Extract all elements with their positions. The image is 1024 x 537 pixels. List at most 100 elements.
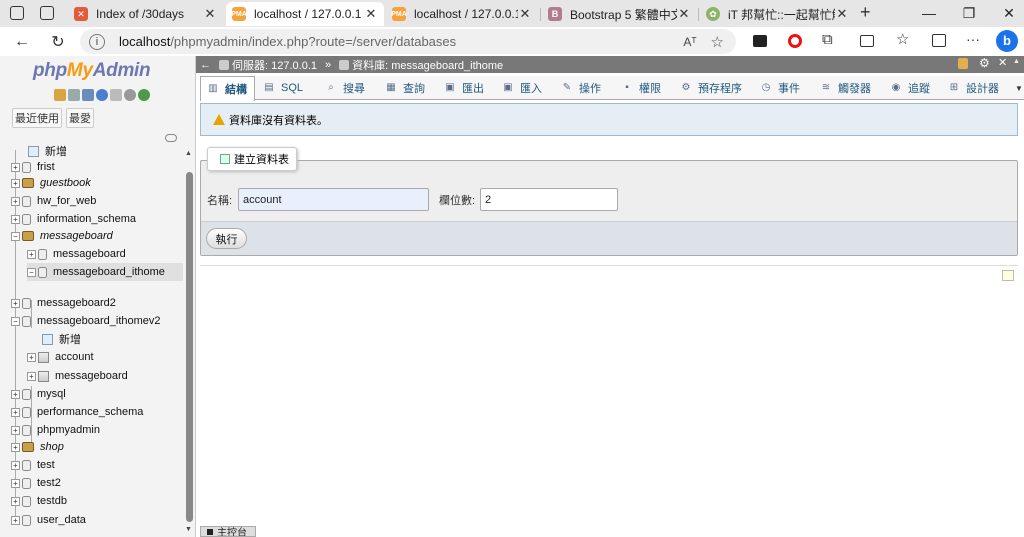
tab-sql[interactable]: ▤ SQL: [263, 76, 318, 100]
close-icon[interactable]: ✕: [518, 6, 532, 22]
tab-actions-icon[interactable]: [40, 6, 54, 20]
more-tabs-icon[interactable]: ▼: [1015, 76, 1024, 100]
favorites-icon[interactable]: ☆: [896, 30, 909, 48]
favorite-star-icon[interactable]: ☆: [711, 33, 724, 51]
tree-item-messageboard2[interactable]: + messageboard2: [11, 294, 116, 312]
table-name-input[interactable]: [238, 188, 429, 211]
recent-button[interactable]: 最近使用: [12, 108, 62, 128]
expand-icon[interactable]: +: [27, 371, 36, 381]
tree-item-information-schema[interactable]: + information_schema: [11, 210, 136, 228]
expand-icon[interactable]: +: [11, 478, 20, 488]
expand-icon[interactable]: +: [11, 178, 20, 188]
extensions-puzzle-icon[interactable]: ⧉: [822, 31, 833, 48]
tree-item-hw-for-web[interactable]: + hw_for_web: [11, 192, 96, 210]
extension-dark-icon[interactable]: [753, 35, 767, 47]
console-bar[interactable]: 主控台: [200, 526, 256, 537]
workspaces-icon[interactable]: [10, 6, 24, 20]
link-with-main-icon[interactable]: [165, 134, 177, 142]
tab-structure[interactable]: ▥ 結構: [200, 76, 255, 101]
breadcrumb-server[interactable]: 伺服器: 127.0.0.1: [232, 57, 317, 73]
url-text[interactable]: localhost/phpmyadmin/index.php?route=/se…: [119, 34, 683, 49]
close-icon[interactable]: ✕: [364, 6, 378, 22]
tree-item-performance-schema[interactable]: + performance_schema: [11, 403, 143, 421]
tree-item-user-data[interactable]: + user_data: [11, 511, 86, 529]
tree-item-guestbook[interactable]: + guestbook: [11, 174, 91, 192]
tree-item-messageboard-ithomev2[interactable]: − messageboard_ithomev2: [11, 312, 161, 330]
settings-gear-icon[interactable]: [124, 89, 136, 101]
expand-icon[interactable]: +: [11, 298, 20, 308]
tab-tracking[interactable]: ◉ 追蹤: [890, 76, 940, 100]
tab-import[interactable]: ▣ 匯入: [502, 76, 557, 100]
home-icon[interactable]: [54, 89, 66, 101]
tree-item-messageboard[interactable]: − messageboard: [11, 227, 113, 245]
sidebar-scrollbar-thumb[interactable]: [186, 172, 193, 522]
collapse-icon[interactable]: −: [11, 231, 20, 241]
expand-icon[interactable]: +: [27, 249, 36, 259]
scroll-up-icon[interactable]: ▲: [185, 150, 192, 157]
tree-item-messageboard-ithome[interactable]: − messageboard_ithome: [27, 263, 183, 281]
split-screen-icon[interactable]: [860, 35, 874, 47]
docs-icon[interactable]: [110, 89, 122, 101]
tab-events[interactable]: ◷ 事件: [760, 76, 810, 100]
breadcrumb-database[interactable]: 資料庫: messageboard_ithome: [352, 57, 503, 73]
expand-icon[interactable]: +: [27, 352, 36, 362]
collapse-icon[interactable]: −: [27, 267, 36, 277]
tree-item-new-table[interactable]: 新增: [42, 330, 81, 348]
scroll-down-icon[interactable]: ▼: [185, 526, 192, 533]
opera-extension-icon[interactable]: [788, 34, 802, 48]
tab-routines[interactable]: ⚙ 預存程序: [680, 76, 750, 100]
tab-privileges[interactable]: ▪ 權限: [621, 76, 676, 100]
collections-icon[interactable]: [932, 34, 946, 47]
tab-designer[interactable]: ⊞ 設計器: [948, 76, 1010, 100]
tree-item-test2[interactable]: + test2: [11, 474, 61, 492]
tree-item-shop[interactable]: + shop: [11, 438, 64, 456]
tree-item-phpmyadmin[interactable]: + phpmyadmin: [11, 421, 100, 439]
address-bar[interactable]: i localhost/phpmyadmin/index.php?route=/…: [80, 29, 736, 54]
expand-icon[interactable]: +: [11, 389, 20, 399]
expand-icon[interactable]: +: [11, 407, 20, 417]
close-icon[interactable]: ✕: [203, 6, 217, 22]
settings-gear-icon[interactable]: ⚙: [979, 56, 990, 70]
back-icon[interactable]: ←: [10, 30, 34, 54]
maximize-icon[interactable]: ❐: [954, 2, 984, 24]
tab-query[interactable]: ▦ 查詢: [385, 76, 440, 100]
tree-item-mysql[interactable]: + mysql: [11, 385, 66, 403]
page-notes-icon[interactable]: [1002, 270, 1014, 281]
new-tab-button[interactable]: +: [860, 2, 871, 23]
reload-icon[interactable]: [138, 89, 150, 101]
tab-search[interactable]: ⌕ 搜尋: [325, 76, 380, 100]
read-aloud-icon[interactable]: Aᵀ: [683, 35, 696, 49]
close-icon[interactable]: ✕: [677, 6, 691, 22]
page-settings-icon[interactable]: [958, 58, 968, 69]
tab-export[interactable]: ▣ 匯出: [444, 76, 499, 100]
expand-icon[interactable]: +: [11, 460, 20, 470]
sql-query-icon[interactable]: [82, 89, 94, 101]
browser-tab-4[interactable]: B Bootstrap 5 繁體中文文件 ✕: [542, 2, 697, 26]
browser-tab-2[interactable]: PMA localhost / 127.0.0.1 / me ✕: [226, 2, 384, 26]
bing-copilot-icon[interactable]: b: [996, 30, 1018, 52]
tab-triggers[interactable]: ≋ 觸發器: [820, 76, 880, 100]
window-close-icon[interactable]: ✕: [994, 2, 1024, 24]
expand-icon[interactable]: +: [11, 162, 20, 172]
tab-operations[interactable]: ✎ 操作: [561, 76, 616, 100]
more-menu-icon[interactable]: ···: [966, 31, 980, 47]
collapse-icon[interactable]: −: [11, 316, 20, 326]
columns-count-input[interactable]: [480, 188, 618, 211]
expand-icon[interactable]: +: [11, 515, 20, 525]
scroll-up-icon[interactable]: ▲: [1013, 58, 1020, 65]
minimize-icon[interactable]: —: [914, 2, 944, 24]
tree-item-messageboard-child[interactable]: + messageboard: [27, 245, 126, 263]
refresh-icon[interactable]: ↻: [46, 30, 70, 54]
expand-icon[interactable]: +: [11, 442, 20, 452]
expand-icon[interactable]: +: [11, 425, 20, 435]
site-info-icon[interactable]: i: [89, 33, 105, 50]
close-icon[interactable]: ✕: [998, 56, 1007, 69]
execute-button[interactable]: 執行: [206, 228, 247, 249]
expand-icon[interactable]: +: [11, 196, 20, 206]
tree-item-test[interactable]: + test: [11, 456, 55, 474]
browser-tab-1[interactable]: ✕ Index of /30days ✕: [68, 2, 223, 26]
tree-item-account[interactable]: + account: [27, 348, 94, 366]
expand-icon[interactable]: +: [11, 496, 20, 506]
phpmyadmin-logo[interactable]: phpMyAdmin: [33, 60, 151, 82]
close-icon[interactable]: ✕: [835, 6, 849, 22]
